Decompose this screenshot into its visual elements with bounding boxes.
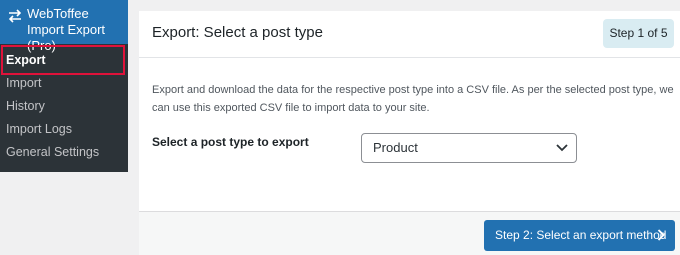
sidebar-item-import[interactable]: Import xyxy=(0,72,128,95)
post-type-select-value: Product xyxy=(373,140,418,155)
admin-sidebar: WebToffee Import Export (Pro) Export Imp… xyxy=(0,0,136,172)
export-panel: Export: Select a post type Step 1 of 5 E… xyxy=(139,11,680,211)
panel-header: Export: Select a post type Step 1 of 5 xyxy=(139,11,680,58)
chevron-right-icon xyxy=(657,229,665,241)
sidebar-item-general-settings[interactable]: General Settings xyxy=(0,141,128,164)
current-menu-pointer xyxy=(128,14,136,30)
post-type-select[interactable]: Product xyxy=(361,133,577,163)
export-description: Export and download the data for the res… xyxy=(152,84,674,114)
import-export-icon xyxy=(8,9,22,23)
chevron-down-icon xyxy=(556,144,568,152)
sidebar-item-history[interactable]: History xyxy=(0,95,128,118)
plugin-title: WebToffee Import Export (Pro) xyxy=(27,6,106,53)
page-title: Export: Select a post type xyxy=(152,24,323,41)
next-step-button[interactable]: Step 2: Select an export method xyxy=(484,220,675,251)
plugin-menu-header[interactable]: WebToffee Import Export (Pro) xyxy=(0,0,128,53)
step-badge: Step 1 of 5 xyxy=(603,19,674,48)
next-step-button-label: Step 2: Select an export method xyxy=(495,228,667,242)
post-type-label: Select a post type to export xyxy=(152,135,309,149)
sidebar-item-import-logs[interactable]: Import Logs xyxy=(0,118,128,141)
sidebar-item-export[interactable]: Export xyxy=(0,49,128,72)
